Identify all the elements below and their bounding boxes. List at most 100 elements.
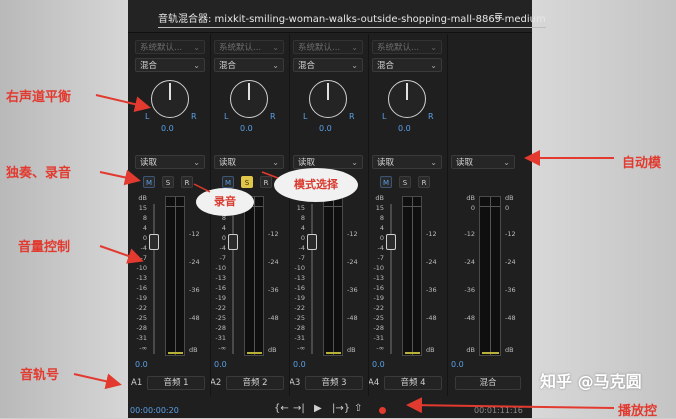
pan-left-label: L (303, 112, 308, 121)
mute-button[interactable]: M (222, 176, 234, 188)
fader-scale-label: -∞ (297, 344, 305, 352)
fader-scale-label: -31 (215, 334, 226, 342)
fader-scale-label: 0 (379, 234, 384, 242)
input-select[interactable]: 系统默认... ⌄ (135, 40, 205, 54)
solo-button[interactable]: S (399, 176, 411, 188)
pan-knob-indicator (169, 83, 171, 100)
record-arm-button[interactable]: R (418, 176, 430, 188)
volume-value[interactable]: 0.0 (135, 360, 148, 369)
fader-scale-label: -13 (136, 274, 147, 282)
track-name[interactable]: 音频 1 (147, 376, 205, 390)
loop-icon[interactable]: ⇧ (354, 403, 362, 414)
input-select[interactable]: 系统默认... ⌄ (214, 40, 284, 54)
panel-titlebar: 音轨混合器: mixkit-smiling-woman-walks-outsid… (128, 0, 546, 33)
fader-scale-label: 8 (142, 214, 147, 222)
output-select-value: 混合 (140, 61, 158, 71)
track-strip-4: 系统默认... ⌄ 混合 ⌄ L R 0.0 读取 ⌄ M S RdB 15 8 4 0 -4 -7 -10 -13-… (368, 34, 448, 396)
automation-mode-select[interactable]: 读取 ⌄ (135, 155, 205, 169)
fader-scale-label: -7 (140, 254, 147, 262)
fader-scale-label: -31 (136, 334, 147, 342)
chevron-down-icon: ⌄ (272, 158, 279, 167)
timecode-current[interactable]: 00:00:00:20 (130, 406, 179, 415)
pan-knob[interactable] (388, 80, 426, 118)
fader-scale-label: 8 (300, 214, 305, 222)
fader-scale-label: 15 (296, 204, 305, 212)
track-name[interactable]: 音频 4 (384, 376, 442, 390)
automation-mode-select[interactable]: 读取 ⌄ (372, 155, 442, 169)
pan-value[interactable]: 0.0 (319, 124, 332, 133)
record-arm-button[interactable]: R (260, 176, 272, 188)
fader-scale-label: -4 (377, 244, 384, 252)
input-select[interactable]: 系统默认... ⌄ (293, 40, 363, 54)
volume-value[interactable]: 0.0 (372, 360, 385, 369)
automation-mode-select[interactable]: 读取 ⌄ (293, 155, 363, 169)
fader-scale-label: 0 (142, 234, 147, 242)
pan-value[interactable]: 0.0 (240, 124, 253, 133)
automation-mode-select[interactable]: 读取 ⌄ (214, 155, 284, 169)
go-to-in-point-icon[interactable]: {← (274, 403, 289, 414)
automation-mode-value: 读取 (140, 158, 158, 168)
pan-right-label: R (428, 112, 434, 121)
master-scale-label: 0 (470, 204, 475, 212)
record-icon[interactable] (379, 407, 386, 414)
fader-scale-label: -13 (373, 274, 384, 282)
background-right (532, 0, 676, 418)
meter-scale-label: -48 (426, 314, 437, 322)
output-select[interactable]: 混合 ⌄ (372, 58, 442, 72)
track-name[interactable]: 音频 2 (226, 376, 284, 390)
pan-value[interactable]: 0.0 (398, 124, 411, 133)
chevron-down-icon: ⌄ (430, 43, 437, 52)
fader-scale-label: 0 (221, 234, 226, 242)
mute-button[interactable]: M (380, 176, 392, 188)
solo-button[interactable]: S (162, 176, 174, 188)
master-scale-label: -24 (464, 258, 475, 266)
solo-button[interactable]: S (241, 176, 253, 188)
output-select[interactable]: 混合 ⌄ (214, 58, 284, 72)
fader-scale-label: -16 (294, 284, 305, 292)
pan-value[interactable]: 0.0 (161, 124, 174, 133)
track-name[interactable]: 音频 3 (305, 376, 363, 390)
fader-scale-label: -4 (298, 244, 305, 252)
meter-scale-label: -12 (189, 230, 200, 238)
master-scale-label: -36 (464, 286, 475, 294)
pan-knob[interactable] (230, 80, 268, 118)
fader-scale-label: -22 (294, 304, 305, 312)
master-automation-select[interactable]: 读取 ⌄ (451, 155, 515, 169)
input-select[interactable]: 系统默认... ⌄ (372, 40, 442, 54)
master-scale-label: dB (466, 346, 475, 354)
pan-knob[interactable] (309, 80, 347, 118)
fader-scale-label: -22 (136, 304, 147, 312)
play-in-to-out-icon[interactable]: |→} (332, 403, 350, 414)
chevron-down-icon: ⌄ (272, 61, 279, 70)
master-track-name[interactable]: 混合 (455, 376, 521, 390)
panel-title[interactable]: 音轨混合器: mixkit-smiling-woman-walks-outsid… (158, 10, 546, 28)
meter-scale-label: -12 (347, 230, 358, 238)
fader-scale-label: -10 (136, 264, 147, 272)
volume-value[interactable]: 0.0 (214, 360, 227, 369)
fader-scale-label: -31 (294, 334, 305, 342)
go-to-out-point-icon[interactable]: →| (293, 403, 305, 414)
panel-menu-icon[interactable]: ≡ (494, 9, 503, 22)
output-select[interactable]: 混合 ⌄ (135, 58, 205, 72)
master-scale-label: -48 (464, 314, 475, 322)
output-select[interactable]: 混合 ⌄ (293, 58, 363, 72)
meter-scale-label: -24 (268, 258, 279, 266)
record-arm-button[interactable]: R (181, 176, 193, 188)
volume-fader[interactable] (228, 234, 238, 250)
volume-fader[interactable] (386, 234, 396, 250)
master-volume-value[interactable]: 0.0 (451, 360, 464, 369)
track-strip-3: 系统默认...⌄混合⌄LR0.0读取⌄MSRdB15840-4-7-10-13-… (289, 34, 369, 396)
pan-knob[interactable] (151, 80, 189, 118)
chevron-down-icon: ⌄ (351, 61, 358, 70)
pan-knob-indicator (248, 83, 250, 100)
meter-level (405, 352, 420, 354)
strip-separator (210, 34, 211, 396)
play-icon[interactable]: ▶ (314, 403, 322, 414)
volume-fader[interactable] (307, 234, 317, 250)
fader-scale-label: 15 (138, 204, 147, 212)
volume-fader[interactable] (149, 234, 159, 250)
annotation-solo-rec: 独奏、录音 (6, 166, 72, 181)
mute-button[interactable]: M (143, 176, 155, 188)
volume-value[interactable]: 0.0 (293, 360, 306, 369)
fader-scale-label: -13 (294, 274, 305, 282)
